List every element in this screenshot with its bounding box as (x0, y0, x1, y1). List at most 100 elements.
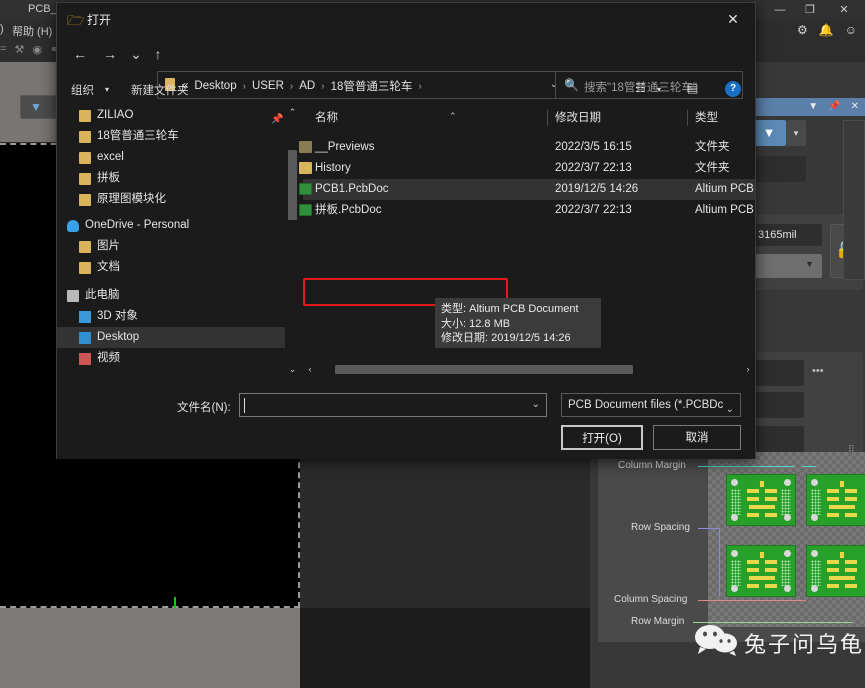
dialog-body: ZILIAO 📌 18管普通三轮车 excel 拼板 原理图模块化 OneDri… (57, 105, 755, 377)
sidebar-item-label: 原理图模块化 (97, 193, 166, 205)
sidebar-item-schematic-modular[interactable]: 原理图模块化 (57, 189, 300, 210)
open-folder-icon: 🗁 (67, 12, 85, 28)
file-name-cell: __Previews (299, 137, 375, 158)
dialog-navigation-bar: ← → ⌄ ↑ « Desktop › USER › AD › 18管普通三轮车… (57, 35, 755, 99)
close-icon[interactable]: ✕ (851, 99, 859, 115)
panel-filter-button[interactable]: ▼ (752, 120, 786, 146)
folder-icon (79, 261, 91, 274)
help-button[interactable]: ? (725, 81, 741, 97)
recent-locations-button[interactable]: ⌄ (125, 42, 147, 66)
chevron-down-icon[interactable]: ⌄ (532, 399, 540, 410)
sidebar-item-label: 此电脑 (85, 289, 120, 301)
tooltip-modified: 修改日期: 2019/12/5 14:26 (441, 332, 571, 344)
sidebar-item-label: 3D 对象 (97, 310, 138, 322)
sidebar-item-3d-objects[interactable]: 3D 对象 (57, 306, 300, 327)
folder-icon (79, 172, 91, 185)
column-header-date[interactable]: 修改日期 (555, 105, 601, 131)
column-header-name[interactable]: 名称 ⌃ (315, 105, 457, 131)
docked-panel-tab[interactable] (843, 120, 865, 280)
back-button[interactable]: ← (69, 42, 91, 66)
table-row[interactable]: __Previews 2022/3/5 16:15 文件夹 (299, 137, 755, 158)
scroll-left-button[interactable]: ‹ (303, 362, 317, 377)
file-name-text: History (315, 162, 351, 174)
filename-input[interactable]: ⌄ (239, 393, 547, 417)
table-row[interactable]: 拼板.PcbDoc 2022/3/7 22:13 Altium PCB (299, 200, 755, 221)
organize-button[interactable]: 组织 (71, 82, 94, 98)
scroll-right-button[interactable]: › (741, 362, 755, 377)
column-spacing-arrow (698, 600, 806, 601)
navigation-pane-scrollbar[interactable]: ⌃ ⌄ (285, 105, 300, 377)
preview-pane-icon[interactable]: ▤ (687, 81, 698, 95)
file-type-cell: 文件夹 (695, 141, 730, 153)
scroll-up-button[interactable]: ⌃ (285, 105, 300, 120)
sidebar-item-ziliao[interactable]: ZILIAO 📌 (57, 105, 300, 126)
open-button[interactable]: 打开(O) (561, 425, 643, 450)
scrollbar-thumb[interactable] (288, 150, 297, 220)
scroll-down-button[interactable]: ⌄ (285, 362, 300, 377)
sidebar-item-label: 视频 (97, 352, 120, 364)
column-divider[interactable] (687, 110, 688, 126)
sidebar-item-panel[interactable]: 拼板 (57, 168, 300, 189)
sidebar-item-excel[interactable]: excel (57, 147, 300, 168)
panel-title-icons: ▼ 📌 ✕ (808, 99, 859, 115)
column-divider[interactable] (547, 110, 548, 126)
column-header-type[interactable]: 类型 (695, 105, 718, 131)
sidebar-item-onedrive[interactable]: OneDrive - Personal (57, 215, 300, 236)
sidebar-item-pictures[interactable]: 图片 (57, 236, 300, 257)
filter-icon: ▼ (30, 100, 42, 114)
toolbar-icon-group: = ⚒ ◉ ⚭ (0, 43, 59, 56)
sidebar-item-label: ZILIAO (97, 109, 134, 121)
menu-paren: ) (0, 23, 4, 35)
scrollbar-thumb[interactable] (335, 365, 633, 374)
table-row[interactable]: PCB1.PcbDoc 2019/12/5 14:26 Altium PCB (299, 179, 755, 200)
route-icon[interactable]: ⚒ (14, 43, 24, 56)
label-column-margin: Column Margin (618, 460, 686, 471)
pcb-board-tile (726, 545, 796, 597)
filter-icon[interactable]: ▼ (808, 99, 818, 115)
column-header-name-label: 名称 (315, 112, 338, 124)
sidebar-item-documents[interactable]: 文档 (57, 257, 300, 278)
pcb-doc-icon (299, 183, 312, 195)
via-icon[interactable]: ◉ (32, 43, 42, 56)
bell-icon[interactable]: 🔔 (819, 22, 834, 38)
forward-button[interactable]: → (99, 42, 121, 66)
window-minimize-button[interactable]: — (765, 0, 795, 20)
open-file-dialog: 🗁 打开 ✕ ← → ⌄ ↑ « Desktop › USER › AD › 1… (56, 2, 756, 459)
file-tooltip: 类型: Altium PCB Document 大小: 12.8 MB 修改日期… (435, 298, 601, 348)
panel-value-box[interactable]: 3165mil (750, 224, 822, 246)
window-maximize-button[interactable]: ❐ (795, 0, 825, 20)
filetype-select[interactable]: PCB Document files (*.PCBDc ⌄ (561, 393, 741, 417)
file-list-horizontal-scrollbar[interactable]: ‹ › (303, 362, 755, 377)
sidebar-item-label: 18管普通三轮车 (97, 130, 179, 142)
equals-icon[interactable]: = (0, 43, 6, 56)
column-margin-arrow-right (802, 466, 816, 467)
panel-filter-dropdown[interactable]: ▾ (786, 120, 806, 146)
chevron-down-icon[interactable]: ⌄ (726, 399, 734, 416)
folder-dim-icon (299, 141, 312, 153)
navigation-pane: ZILIAO 📌 18管普通三轮车 excel 拼板 原理图模块化 OneDri… (57, 105, 300, 377)
pin-icon[interactable]: 📌 (828, 99, 840, 115)
up-button[interactable]: ↑ (147, 42, 169, 66)
view-list-icon[interactable]: ☷ (635, 81, 646, 95)
sidebar-item-videos[interactable]: 视频 (57, 348, 300, 369)
panel-path-more-button[interactable]: ••• (812, 365, 824, 377)
row-spacing-arrow (719, 528, 720, 596)
sidebar-item-label: 图片 (97, 240, 120, 252)
menu-item-help[interactable]: 帮助 (H) (12, 23, 52, 39)
file-name-text: __Previews (315, 141, 375, 153)
cancel-button[interactable]: 取消 (653, 425, 741, 450)
sidebar-item-label: Desktop (97, 331, 140, 343)
panelization-preview: Column Margin Row Spacing Column Spacing… (598, 452, 865, 657)
dialog-close-button[interactable]: ✕ (711, 3, 755, 35)
watermark-text: 兔子问乌龟 (744, 632, 865, 657)
gear-icon[interactable]: ⚙ (797, 22, 808, 38)
sidebar-item-this-pc[interactable]: 此电脑 (57, 285, 300, 306)
sidebar-item-project[interactable]: 18管普通三轮车 (57, 126, 300, 147)
sidebar-item-desktop[interactable]: Desktop (57, 327, 300, 348)
label-row-margin: Row Margin (631, 616, 685, 627)
table-row[interactable]: History 2022/3/7 22:13 文件夹 (299, 158, 755, 179)
chevron-down-icon[interactable]: ▾ (657, 85, 661, 94)
new-folder-button[interactable]: 新建文件夹 (131, 82, 189, 98)
account-icon[interactable]: ☺ (845, 22, 857, 38)
window-close-button[interactable]: ✕ (829, 0, 859, 20)
